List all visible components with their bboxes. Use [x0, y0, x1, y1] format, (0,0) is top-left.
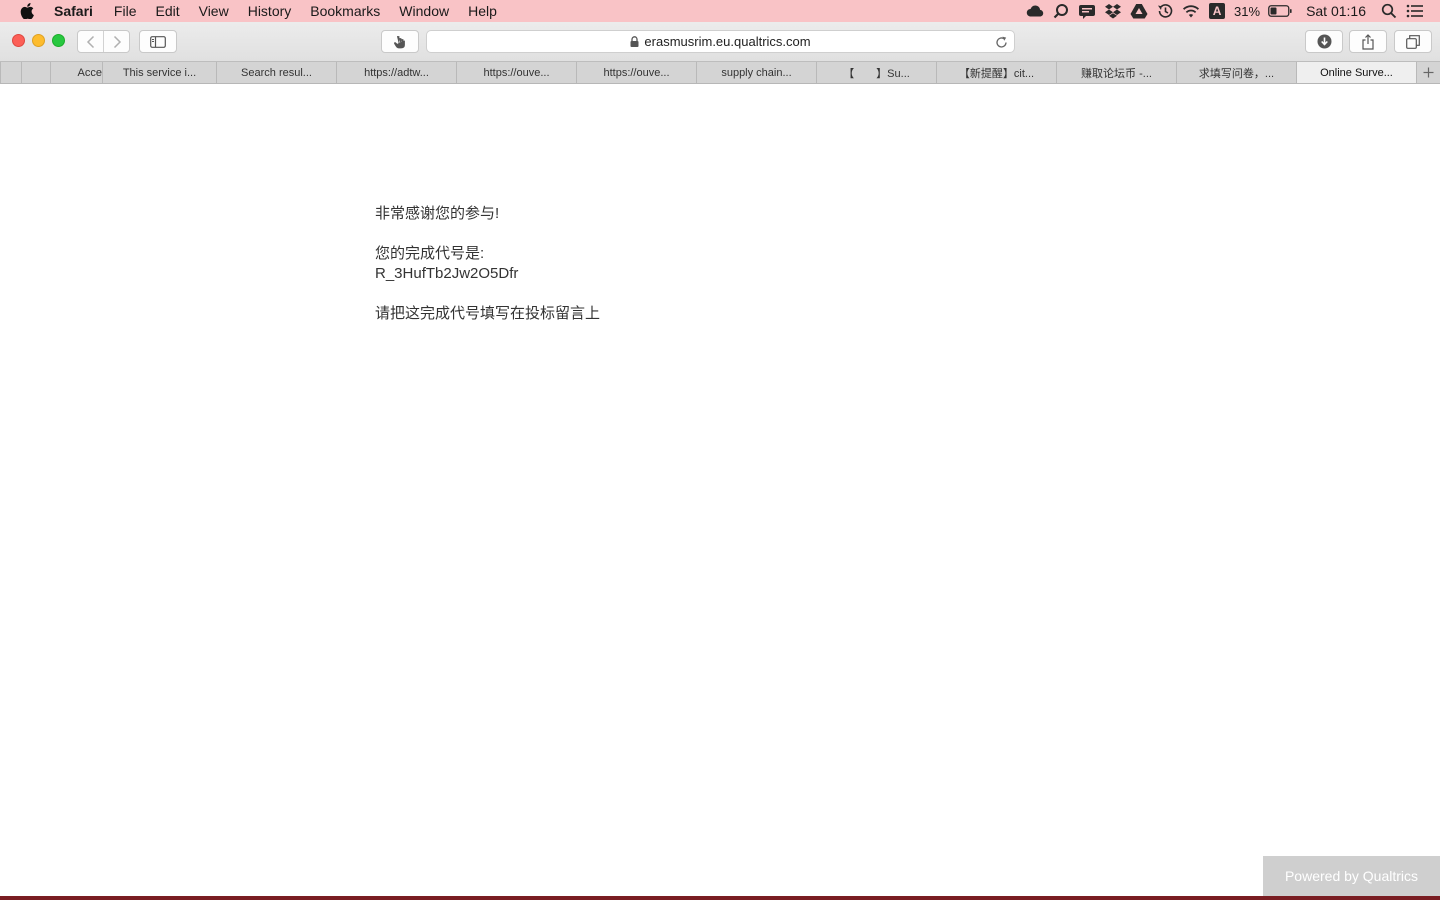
sidebar-toggle-button[interactable] — [139, 30, 177, 53]
reload-icon[interactable] — [993, 34, 1009, 50]
forward-button[interactable] — [103, 31, 129, 52]
menu-help[interactable]: Help — [468, 0, 497, 22]
tab-bar: Acce This service i... Search resul... h… — [0, 61, 1440, 84]
battery-percent: 31% — [1234, 3, 1261, 19]
menu-bar: Safari File Edit View History Bookmarks … — [0, 0, 1440, 22]
tab[interactable]: Acce — [50, 62, 102, 83]
close-window-button[interactable] — [12, 34, 25, 47]
tab[interactable]: https://adtw... — [336, 62, 456, 83]
tab-label: https://ouve... — [483, 66, 550, 79]
menu-window[interactable]: Window — [399, 0, 449, 22]
minimize-window-button[interactable] — [32, 34, 45, 47]
status-area: A 31% Sat 01:16 — [1022, 0, 1440, 22]
share-button[interactable] — [1349, 30, 1387, 53]
extension-button[interactable] — [381, 30, 419, 53]
tab-label: https://ouve... — [603, 66, 670, 79]
tab-label: Online Surve... — [1320, 66, 1393, 79]
url-text: erasmusrim.eu.qualtrics.com — [644, 34, 811, 49]
navigation-buttons — [77, 30, 130, 53]
pinned-tab[interactable] — [21, 62, 50, 83]
tab-label: Search resul... — [241, 66, 312, 79]
notification-center-icon[interactable] — [1406, 2, 1424, 20]
window-bottom-edge — [0, 896, 1440, 900]
powered-by-qualtrics-link[interactable]: Powered by Qualtrics — [1263, 856, 1440, 896]
tab[interactable]: https://ouve... — [576, 62, 696, 83]
dropbox-icon[interactable] — [1104, 2, 1122, 20]
address-bar[interactable]: erasmusrim.eu.qualtrics.com — [426, 30, 1015, 53]
menu-app-safari[interactable]: Safari — [54, 0, 93, 22]
tab-overview-button[interactable] — [1394, 30, 1432, 53]
pinned-tab[interactable] — [0, 62, 21, 83]
menu-history[interactable]: History — [248, 0, 292, 22]
instruction-text: 请把这完成代号填写在投标留言上 — [375, 305, 601, 322]
tab-label: 【新提醒】cit... — [958, 67, 1035, 80]
completion-code-value: R_3HufTb2Jw2O5Dfr — [375, 265, 519, 282]
spotlight-icon[interactable] — [1380, 2, 1398, 20]
tab[interactable]: 【新提醒】cit... — [936, 62, 1056, 83]
tab-label: 求填写问卷，... — [1198, 67, 1275, 80]
input-source-label: A — [1209, 3, 1226, 19]
new-tab-button[interactable] — [1416, 62, 1440, 83]
completion-code-label: 您的完成代号是: — [375, 245, 485, 262]
browser-toolbar: erasmusrim.eu.qualtrics.com — [0, 22, 1440, 61]
tab[interactable]: 赚取论坛币 -... — [1056, 62, 1176, 83]
search-magnifier-icon[interactable] — [1052, 2, 1070, 20]
tab-label: 【 】Su... — [843, 67, 910, 80]
tab[interactable]: Search resul... — [216, 62, 336, 83]
tab-active[interactable]: Online Surve... — [1296, 62, 1416, 83]
fullscreen-window-button[interactable] — [52, 34, 65, 47]
menu-bookmarks[interactable]: Bookmarks — [310, 0, 380, 22]
google-drive-icon[interactable] — [1130, 2, 1148, 20]
notes-icon[interactable] — [1078, 2, 1096, 20]
tab-label: supply chain... — [721, 66, 792, 79]
apple-menu-icon[interactable] — [20, 2, 36, 20]
time-machine-icon[interactable] — [1156, 2, 1174, 20]
back-button[interactable] — [78, 31, 103, 52]
menu-view[interactable]: View — [199, 0, 229, 22]
tab[interactable]: 求填写问卷，... — [1176, 62, 1296, 83]
tab-label: 赚取论坛币 -... — [1081, 67, 1152, 80]
creative-cloud-icon[interactable] — [1026, 2, 1044, 20]
tab-label: https://adtw... — [364, 66, 429, 79]
thanks-text: 非常感谢您的参与! — [375, 205, 500, 222]
input-source-icon[interactable]: A — [1208, 2, 1226, 20]
wifi-icon[interactable] — [1182, 2, 1200, 20]
tab-label: This service i... — [122, 66, 197, 79]
tab[interactable]: supply chain... — [696, 62, 816, 83]
tab[interactable]: https://ouve... — [456, 62, 576, 83]
completion-message: 非常感谢您的参与! 您的完成代号是: R_3HufTb2Jw2O5Dfr 请把这… — [375, 204, 975, 324]
lock-icon — [630, 36, 639, 47]
tab[interactable]: This service i... — [102, 62, 216, 83]
battery-icon[interactable] — [1268, 2, 1292, 20]
tab-label: Acce — [77, 66, 102, 79]
menu-edit[interactable]: Edit — [155, 0, 179, 22]
downloads-button[interactable] — [1305, 30, 1343, 53]
tab[interactable]: 【 】Su... — [816, 62, 936, 83]
menu-clock[interactable]: Sat 01:16 — [1306, 3, 1366, 19]
menu-file[interactable]: File — [114, 0, 137, 22]
